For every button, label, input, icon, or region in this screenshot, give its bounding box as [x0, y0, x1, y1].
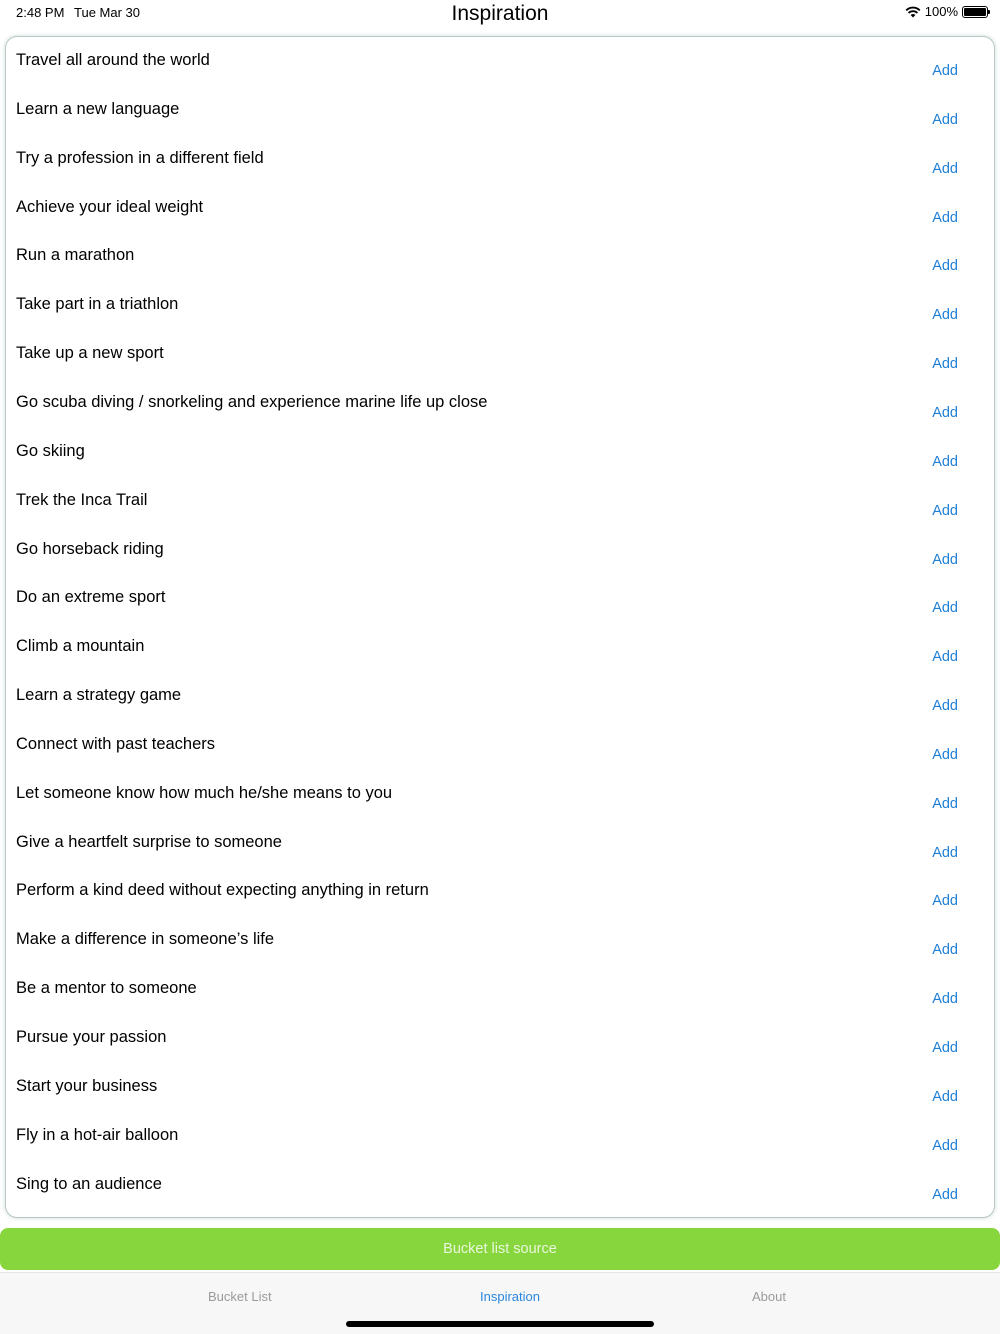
add-button[interactable]: Add [932, 112, 958, 128]
add-button[interactable]: Add [932, 747, 958, 763]
list-item: Go scuba diving / snorkeling and experie… [6, 383, 994, 432]
add-button[interactable]: Add [932, 161, 958, 177]
list-item-text: Fly in a hot-air balloon [16, 1125, 179, 1144]
list-item: Fly in a hot-air balloon Add [6, 1116, 994, 1165]
list-item: Do an extreme sport Add [6, 578, 994, 627]
list-item: Run a marathon Add [6, 236, 994, 285]
list-item-text: Make a difference in someone’s life [16, 930, 275, 949]
list-item: Sing to an audience Add [6, 1165, 994, 1214]
add-button[interactable]: Add [932, 258, 958, 274]
add-button[interactable]: Add [932, 454, 958, 470]
list-item-text: Perform a kind deed without expecting an… [16, 881, 429, 900]
list-item-text: Learn a strategy game [16, 686, 182, 705]
list-item-text: Go horseback riding [16, 539, 164, 558]
list-item-text: Connect with past teachers [16, 734, 216, 753]
home-indicator [346, 1321, 654, 1327]
add-button[interactable]: Add [932, 1187, 958, 1203]
add-button[interactable]: Add [932, 356, 958, 372]
list-item-text: Run a marathon [16, 246, 135, 265]
list-item: Let someone know how much he/she means t… [6, 774, 994, 823]
page-title: Inspiration [451, 2, 549, 25]
list-item: Perform a kind deed without expecting an… [6, 871, 994, 920]
list-item: Learn a new language Add [6, 90, 994, 139]
list-item-text: Achieve your ideal weight [16, 197, 204, 216]
list-item: Give a heartfelt surprise to someone Add [6, 823, 994, 872]
list-item: Achieve your ideal weight Add [6, 188, 994, 237]
list-item-text: Go skiing [16, 441, 85, 460]
add-button[interactable]: Add [932, 405, 958, 421]
add-button[interactable]: Add [932, 1089, 958, 1105]
list-item-text: Sing to an audience [16, 1174, 162, 1193]
list-item-text: Let someone know how much he/she means t… [16, 783, 393, 802]
list-item: Connect with past teachers Add [6, 725, 994, 774]
add-button[interactable]: Add [932, 845, 958, 861]
tab-about[interactable]: About [752, 1289, 786, 1304]
list-item: Start your business Add [6, 1067, 994, 1116]
list-item-text: Do an extreme sport [16, 588, 166, 607]
add-button[interactable]: Add [932, 503, 958, 519]
add-button[interactable]: Add [932, 942, 958, 958]
inspiration-list: Travel all around the world Add Learn a ne… [5, 36, 995, 1218]
list-item-text: Go scuba diving / snorkeling and experie… [16, 392, 488, 411]
list-item: Trek the Inca Trail Add [6, 481, 994, 530]
list-item: Travel all around the world Add [6, 41, 994, 90]
add-button[interactable]: Add [932, 649, 958, 665]
add-button[interactable]: Add [932, 63, 958, 79]
add-button[interactable]: Add [932, 600, 958, 616]
list-item-text: Be a mentor to someone [16, 979, 197, 998]
list-item-text: Take part in a triathlon [16, 295, 179, 314]
list-item: Learn a strategy game Add [6, 676, 994, 725]
list-item: Climb a mountain Add [6, 627, 994, 676]
list-item: Go horseback riding Add [6, 530, 994, 579]
tab-inspiration[interactable]: Inspiration [480, 1289, 540, 1304]
add-button[interactable]: Add [932, 698, 958, 714]
bucket-list-source-button[interactable]: Bucket list source [0, 1228, 1000, 1270]
add-button[interactable]: Add [932, 796, 958, 812]
list-item-text: Give a heartfelt surprise to someone [16, 832, 282, 851]
list-item: Take up a new sport Add [6, 334, 994, 383]
list-item: Make a difference in someone’s life Add [6, 920, 994, 969]
list-item-text: Travel all around the world [16, 51, 210, 69]
add-button[interactable]: Add [932, 1040, 958, 1056]
add-button[interactable]: Add [932, 1138, 958, 1154]
tab-bucket-list[interactable]: Bucket List [208, 1289, 272, 1304]
add-button[interactable]: Add [932, 552, 958, 568]
list-item: Pursue your passion Add [6, 1018, 994, 1067]
list-item-text: Trek the Inca Trail [16, 490, 148, 509]
list-item-text: Pursue your passion [16, 1028, 167, 1046]
list-item-text: Take up a new sport [16, 344, 164, 363]
list-item: Try a profession in a different field Add [6, 139, 994, 188]
list-item-text: Try a profession in a different field [16, 148, 264, 167]
add-button[interactable]: Add [932, 893, 958, 909]
list-item: Take part in a triathlon Add [6, 285, 994, 334]
add-button[interactable]: Add [932, 210, 958, 226]
list-item: Go skiing Add [6, 432, 994, 481]
list-item-text: Climb a mountain [16, 637, 145, 656]
list-item: Be a mentor to someone Add [6, 969, 994, 1018]
add-button[interactable]: Add [932, 991, 958, 1007]
list-item-text: Learn a new language [16, 99, 180, 118]
add-button[interactable]: Add [932, 307, 958, 323]
list-item-text: Start your business [16, 1076, 158, 1095]
